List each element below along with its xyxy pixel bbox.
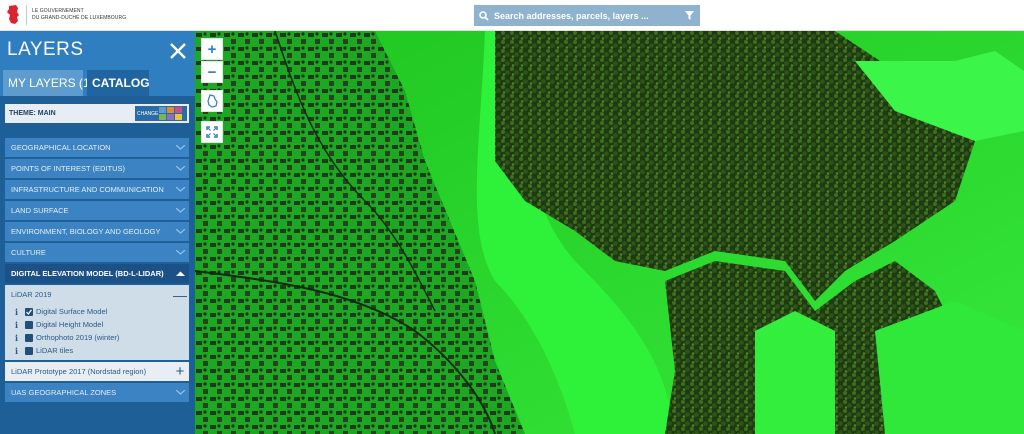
layer-lidar-tiles[interactable]: i LiDAR tiles xyxy=(5,344,189,357)
gov-line-1: LE GOUVERNEMENT xyxy=(32,8,84,14)
fullscreen-icon xyxy=(206,126,218,138)
layer-label: Digital Surface Model xyxy=(36,307,108,316)
layer-checkbox[interactable] xyxy=(25,333,33,342)
change-theme-label: CHANGE xyxy=(137,110,159,117)
chevron-down-icon xyxy=(171,138,189,157)
expand-plus-icon[interactable]: + xyxy=(171,363,189,380)
change-theme-button[interactable]: CHANGE xyxy=(135,106,187,121)
fullscreen-button[interactable] xyxy=(201,121,223,143)
category-points-of-interest[interactable]: POINTS OF INTEREST (EDITUS) xyxy=(5,159,189,178)
theme-selector: THEME: MAIN CHANGE xyxy=(5,104,189,123)
layer-digital-height-model[interactable]: i Digital Height Model xyxy=(5,318,189,331)
category-environment[interactable]: ENVIRONMENT, BIOLOGY AND GEOLOGY xyxy=(5,222,189,241)
sidebar-title: LAYERS xyxy=(7,39,84,60)
logo-separator xyxy=(26,5,27,25)
layers-sidebar: LAYERS MY LAYERS (1) CATALOG THEME: MAIN… xyxy=(0,31,195,434)
category-infrastructure[interactable]: INFRASTRUCTURE AND COMMUNICATION xyxy=(5,180,189,199)
layer-checkbox[interactable] xyxy=(25,320,33,329)
chevron-down-icon xyxy=(171,159,189,178)
category-digital-elevation-model[interactable]: DIGITAL ELEVATION MODEL (BD-L-LIDAR) xyxy=(5,264,189,283)
catalog-tree: GEOGRAPHICAL LOCATION POINTS OF INTEREST… xyxy=(5,138,189,404)
subgroup-lidar-2019[interactable]: LiDAR 2019 — xyxy=(5,285,189,304)
close-icon[interactable] xyxy=(168,41,188,61)
luxembourg-lion-logo[interactable] xyxy=(6,4,20,25)
top-header: LE GOUVERNEMENT DU GRAND-DUCHÉ DE LUXEMB… xyxy=(0,0,1024,31)
info-icon[interactable]: i xyxy=(15,307,21,317)
country-extent-button[interactable] xyxy=(201,90,223,112)
category-label: POINTS OF INTEREST (EDITUS) xyxy=(11,164,126,173)
collapse-minus-icon[interactable]: — xyxy=(171,287,189,303)
info-icon[interactable]: i xyxy=(15,320,21,330)
government-name: LE GOUVERNEMENT DU GRAND-DUCHÉ DE LUXEMB… xyxy=(32,8,126,22)
category-label: CULTURE xyxy=(11,248,46,257)
sidebar-tabs: MY LAYERS (1) CATALOG xyxy=(3,70,150,96)
info-icon[interactable]: i xyxy=(15,333,21,343)
chevron-up-icon xyxy=(171,264,189,283)
zoom-in-label: + xyxy=(207,40,217,58)
layer-label: Orthophoto 2019 (winter) xyxy=(36,333,120,342)
subgroup-lidar-prototype-2017[interactable]: LiDAR Prototype 2017 (Nordstad region) + xyxy=(5,362,189,381)
subgroup-label: LiDAR 2019 xyxy=(11,290,52,299)
chevron-down-icon xyxy=(171,180,189,199)
filter-icon[interactable] xyxy=(678,5,700,26)
luxembourg-outline-icon xyxy=(207,94,218,108)
layer-digital-surface-model[interactable]: i Digital Surface Model xyxy=(5,305,189,318)
subgroup-label: LiDAR Prototype 2017 (Nordstad region) xyxy=(11,367,147,376)
zoom-out-label: − xyxy=(207,63,217,81)
info-icon[interactable]: i xyxy=(15,346,21,356)
gov-line-2: DU GRAND-DUCHÉ DE LUXEMBOURG xyxy=(32,15,127,21)
chevron-down-icon xyxy=(171,243,189,262)
catalog-panel: THEME: MAIN CHANGE GEOGRAPHICAL LOCATION… xyxy=(0,96,195,434)
layer-label: Digital Height Model xyxy=(36,320,104,329)
map-canvas[interactable] xyxy=(195,31,1024,434)
layer-label: LiDAR tiles xyxy=(36,346,74,355)
category-geographical-location[interactable]: GEOGRAPHICAL LOCATION xyxy=(5,138,189,157)
layer-checkbox-checked[interactable] xyxy=(25,307,33,316)
chevron-down-icon xyxy=(171,201,189,220)
lidar-map-image xyxy=(195,31,1024,434)
chevron-down-icon xyxy=(171,222,189,241)
tab-my-layers[interactable]: MY LAYERS (1) xyxy=(3,70,94,96)
tab-catalog[interactable]: CATALOG xyxy=(87,70,150,96)
category-label: INFRASTRUCTURE AND COMMUNICATION xyxy=(11,185,164,194)
category-label: DIGITAL ELEVATION MODEL (BD-L-LIDAR) xyxy=(11,269,164,278)
layer-list: i Digital Surface Model i Digital Height… xyxy=(5,304,189,360)
search-input[interactable]: Search addresses, parcels, layers ... xyxy=(494,11,678,21)
theme-label: THEME: MAIN xyxy=(9,110,56,117)
layer-checkbox[interactable] xyxy=(25,346,33,355)
category-culture[interactable]: CULTURE xyxy=(5,243,189,262)
category-label: UAS GEOGRAPHICAL ZONES xyxy=(11,388,117,397)
category-land-surface[interactable]: LAND SURFACE xyxy=(5,201,189,220)
layer-orthophoto-2019[interactable]: i Orthophoto 2019 (winter) xyxy=(5,331,189,344)
search-bar[interactable]: Search addresses, parcels, layers ... xyxy=(474,5,700,26)
zoom-out-button[interactable]: − xyxy=(201,61,223,83)
zoom-in-button[interactable]: + xyxy=(201,38,223,60)
category-label: ENVIRONMENT, BIOLOGY AND GEOLOGY xyxy=(11,227,161,236)
search-icon xyxy=(474,5,494,26)
category-label: LAND SURFACE xyxy=(11,206,69,215)
category-uas-zones[interactable]: UAS GEOGRAPHICAL ZONES xyxy=(5,383,189,402)
category-label: GEOGRAPHICAL LOCATION xyxy=(11,143,111,152)
chevron-down-icon xyxy=(171,383,189,402)
theme-swatches-icon xyxy=(159,107,182,120)
